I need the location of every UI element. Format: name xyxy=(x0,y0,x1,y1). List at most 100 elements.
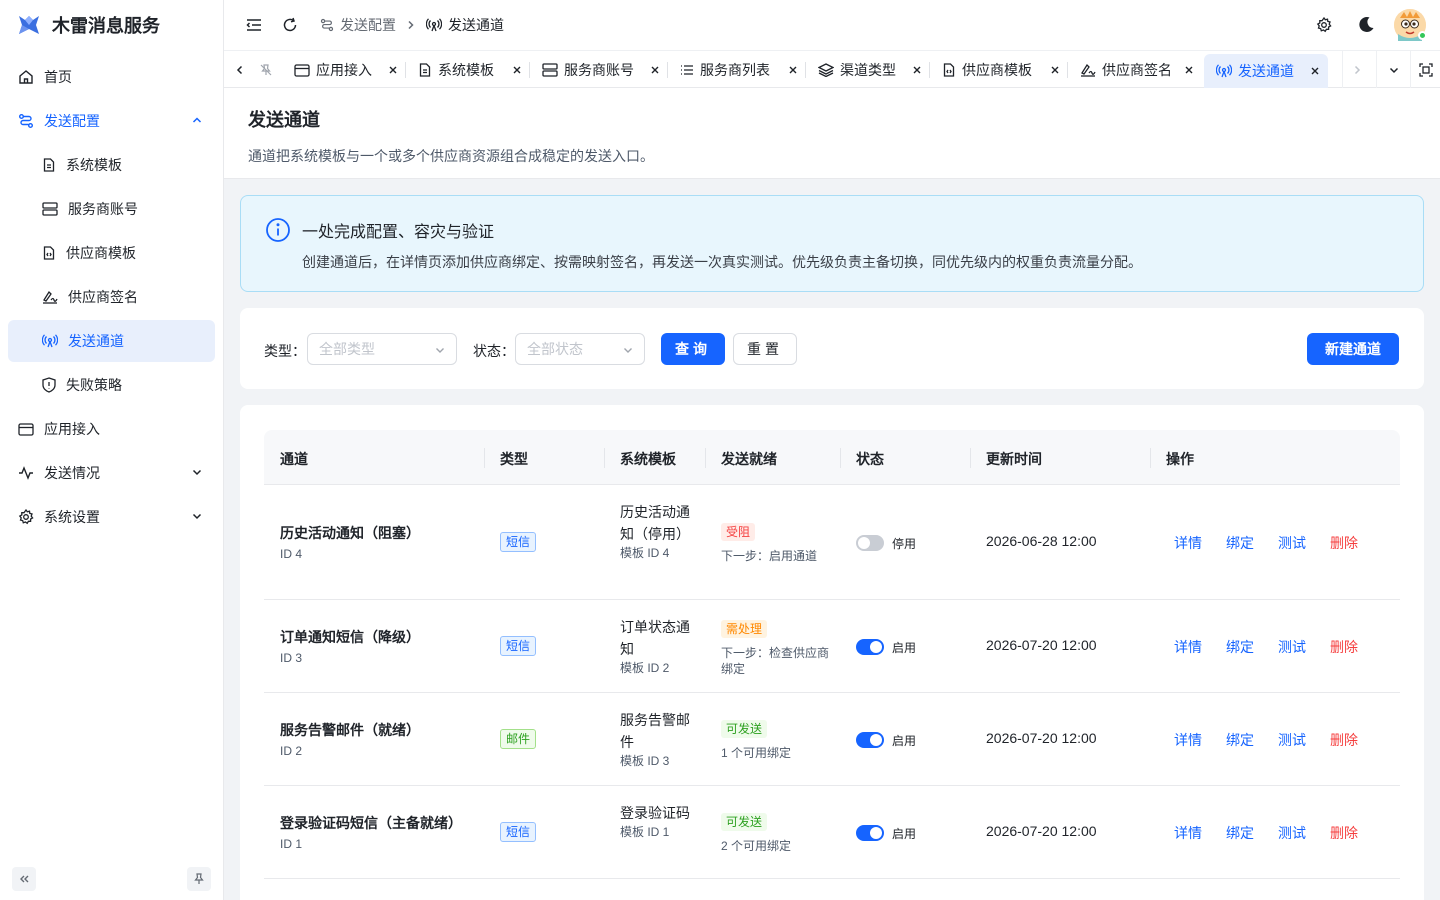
sidebar-item-send-channels[interactable]: 发送通道 xyxy=(8,320,215,362)
sidebar-item-supplier-templates[interactable]: 供应商模板 xyxy=(8,232,215,274)
avatar[interactable] xyxy=(1394,9,1427,41)
close-icon[interactable] xyxy=(1184,65,1194,75)
collapse-sidebar-button[interactable] xyxy=(12,867,36,891)
readiness-cell: 受阻 下一步：启用通道 xyxy=(721,523,831,564)
toggle-knob xyxy=(870,641,882,653)
detail-link[interactable]: 详情 xyxy=(1174,730,1202,750)
sidebar-item-app-access[interactable]: 应用接入 xyxy=(8,408,215,450)
template-cell: 服务告警邮件 模板 ID 3 xyxy=(620,709,690,769)
tab-app-access[interactable]: 应用接入 xyxy=(282,54,406,86)
sidebar-item-send-config[interactable]: 发送配置 xyxy=(8,100,215,142)
close-icon[interactable] xyxy=(788,65,798,75)
tab-label: 服务商账号 xyxy=(564,62,634,78)
pin-off-icon xyxy=(260,63,272,76)
test-link[interactable]: 测试 xyxy=(1278,637,1306,657)
close-icon[interactable] xyxy=(388,65,398,75)
status-toggle[interactable] xyxy=(856,825,884,841)
bind-link[interactable]: 绑定 xyxy=(1226,533,1254,553)
refresh-icon xyxy=(282,17,298,33)
test-link[interactable]: 测试 xyxy=(1278,823,1306,843)
delete-link[interactable]: 删除 xyxy=(1330,730,1358,750)
bind-link[interactable]: 绑定 xyxy=(1226,823,1254,843)
settings-button[interactable] xyxy=(1310,11,1338,39)
channel-name[interactable]: 服务告警邮件（就绪） xyxy=(280,720,420,740)
status-select[interactable]: 全部状态 xyxy=(515,333,645,365)
route-icon xyxy=(320,18,334,32)
reset-button[interactable]: 重置 xyxy=(733,333,797,365)
create-channel-button[interactable]: 新建通道 xyxy=(1307,333,1399,365)
delete-link[interactable]: 删除 xyxy=(1330,823,1358,843)
close-icon[interactable] xyxy=(512,65,522,75)
delete-link[interactable]: 删除 xyxy=(1330,533,1358,553)
tab-supplier-signatures[interactable]: 供应商签名 xyxy=(1068,54,1202,86)
breadcrumb-parent[interactable]: 发送配置 xyxy=(340,15,396,35)
readiness-tag: 受阻 xyxy=(721,523,756,541)
pin-tab-button[interactable] xyxy=(252,51,280,88)
tab-label: 供应商签名 xyxy=(1102,62,1172,78)
tab-channel-types[interactable]: 渠道类型 xyxy=(806,54,930,86)
layers-icon xyxy=(818,63,834,77)
status-toggle[interactable] xyxy=(856,535,884,551)
sidebar-item-label: 应用接入 xyxy=(44,421,100,437)
detail-link[interactable]: 详情 xyxy=(1174,637,1202,657)
channel-id: ID 2 xyxy=(280,744,303,758)
query-button[interactable]: 查询 xyxy=(661,333,725,365)
tabs-scroll-left-button[interactable] xyxy=(226,51,254,88)
table-row: 历史活动通知（阻塞） ID 4 短信 历史活动通知（停用） 模板 ID 4 受阻… xyxy=(264,485,1400,600)
channel-name[interactable]: 登录验证码短信（主备就绪） xyxy=(280,813,462,833)
status-toggle[interactable] xyxy=(856,639,884,655)
online-status-dot xyxy=(1418,31,1427,40)
sidebar-item-system-templates[interactable]: 系统模板 xyxy=(8,144,215,186)
tabs-more-button[interactable] xyxy=(1376,51,1410,88)
status-toggle[interactable] xyxy=(856,732,884,748)
broadcast-icon xyxy=(1216,64,1232,78)
close-icon[interactable] xyxy=(650,65,660,75)
fullscreen-button[interactable] xyxy=(1410,51,1440,88)
pin-sidebar-button[interactable] xyxy=(187,867,211,891)
test-link[interactable]: 测试 xyxy=(1278,730,1306,750)
tab-system-templates[interactable]: 系统模板 xyxy=(406,54,530,86)
toggle-knob xyxy=(858,537,870,549)
status-label: 启用 xyxy=(892,641,917,655)
refresh-button[interactable] xyxy=(276,11,304,39)
sidebar-nav: 首页 发送配置 系统模板 服务商账号 供应商模板 供应商签名 发送通道 失败策略… xyxy=(0,56,223,538)
bind-link[interactable]: 绑定 xyxy=(1226,730,1254,750)
route-icon xyxy=(18,113,34,129)
type-tag: 短信 xyxy=(500,822,537,842)
tab-supplier-templates[interactable]: 供应商模板 xyxy=(930,54,1068,86)
sidebar-item-failure-policy[interactable]: 失败策略 xyxy=(8,364,215,406)
sidebar-item-system-settings[interactable]: 系统设置 xyxy=(8,496,215,538)
column-header: 操作 xyxy=(1166,451,1194,467)
theme-toggle-button[interactable] xyxy=(1352,11,1380,39)
sidebar-item-label: 发送情况 xyxy=(44,465,100,481)
tab-provider-accounts[interactable]: 服务商账号 xyxy=(530,54,668,86)
type-select[interactable]: 全部类型 xyxy=(307,333,457,365)
sidebar-item-home[interactable]: 首页 xyxy=(8,56,215,98)
status-label: 停用 xyxy=(892,537,917,551)
sidebar-item-supplier-signatures[interactable]: 供应商签名 xyxy=(8,276,215,318)
brand[interactable]: 木雷消息服务 xyxy=(0,0,223,50)
delete-link[interactable]: 删除 xyxy=(1330,637,1358,657)
detail-link[interactable]: 详情 xyxy=(1174,533,1202,553)
test-link[interactable]: 测试 xyxy=(1278,533,1306,553)
tabs-scroll-right-button[interactable] xyxy=(1342,51,1370,88)
sidebar-footer xyxy=(12,867,211,891)
sidebar-item-provider-accounts[interactable]: 服务商账号 xyxy=(8,188,215,230)
channel-name[interactable]: 历史活动通知（阻塞） xyxy=(280,523,420,543)
bind-link[interactable]: 绑定 xyxy=(1226,637,1254,657)
chevron-down-icon xyxy=(191,510,203,522)
channel-name[interactable]: 订单通知短信（降级） xyxy=(280,627,420,647)
sidebar-item-send-stats[interactable]: 发送情况 xyxy=(8,452,215,494)
close-icon[interactable] xyxy=(1310,66,1320,76)
menu-toggle-button[interactable] xyxy=(240,11,268,39)
detail-link[interactable]: 详情 xyxy=(1174,823,1202,843)
tab-send-channels[interactable]: 发送通道 xyxy=(1204,54,1328,88)
tab-label: 渠道类型 xyxy=(840,62,896,78)
close-icon[interactable] xyxy=(912,65,922,75)
broadcast-icon xyxy=(426,18,442,32)
tab-provider-list[interactable]: 服务商列表 xyxy=(668,54,806,86)
close-icon[interactable] xyxy=(1050,65,1060,75)
table-row: 服务告警邮件（就绪） ID 2 邮件 服务告警邮件 模板 ID 3 可发送 1 … xyxy=(264,693,1400,786)
readiness-cell: 可发送 2 个可用绑定 xyxy=(721,813,831,854)
template-id: 模板 ID 4 xyxy=(620,546,670,560)
